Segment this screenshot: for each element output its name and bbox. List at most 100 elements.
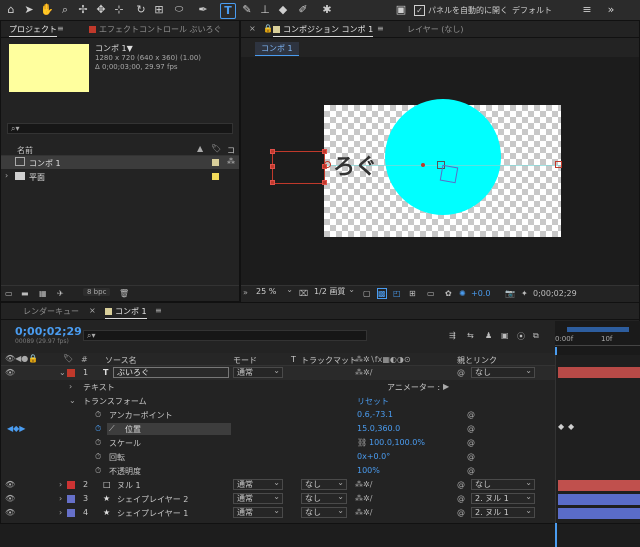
constrain-link-icon[interactable]: ⛓ xyxy=(357,438,367,447)
track-matte-dropdown[interactable]: なし xyxy=(301,506,347,518)
project-item-comp[interactable]: コンポ 1 ⁂ xyxy=(1,156,239,169)
project-item-folder[interactable]: › 平面 xyxy=(1,170,239,183)
exposure-icon[interactable]: ✺ xyxy=(459,289,466,298)
type-tool-icon[interactable]: T xyxy=(220,3,236,19)
flowchart-icon[interactable]: ⁂ xyxy=(227,157,235,166)
mask-visibility-icon[interactable]: ◰ xyxy=(393,289,401,298)
animator-label[interactable]: アニメーター : xyxy=(387,382,440,393)
layer-duration-bar[interactable] xyxy=(558,494,640,505)
parent-dropdown[interactable]: なし xyxy=(471,366,535,378)
auto-open-checkbox[interactable]: ✓ xyxy=(414,5,425,16)
expand-arrow-icon[interactable]: › xyxy=(59,480,62,489)
workspace-label[interactable]: デフォルト xyxy=(512,5,552,16)
text-layer-bar[interactable] xyxy=(558,367,640,378)
panel-menu-icon[interactable]: ≡ xyxy=(377,24,384,33)
layer-row[interactable]: 👁 › 2 □ ヌル 1 通常 なし ⁂✲/ @ なし xyxy=(1,478,555,492)
prop-rotation[interactable]: ⏱ 回転 0x+0.0° @ xyxy=(1,450,555,464)
brush-tool-icon[interactable]: ✎ xyxy=(240,3,254,17)
new-folder-icon[interactable]: ▬ xyxy=(21,289,29,298)
layer-row[interactable]: 👁 › 4 ★ シェイプレイヤー 1 通常 なし ⁂✲/ @2. ヌル 1 xyxy=(1,506,555,520)
pen-tool-icon[interactable]: ✒ xyxy=(196,3,210,17)
home-icon[interactable]: ⌂ xyxy=(4,3,18,17)
blend-mode-dropdown[interactable]: 通常 xyxy=(233,506,283,518)
transparency-grid-icon[interactable]: ▩ xyxy=(377,288,387,299)
stopwatch-icon[interactable]: ⏱ xyxy=(95,452,101,462)
ellipse-tool-icon[interactable]: ⬭ xyxy=(172,3,186,17)
stopwatch-icon[interactable]: ⏱ xyxy=(95,438,101,448)
expand-arrow-icon[interactable]: ⌄ xyxy=(59,368,66,377)
parent-dropdown[interactable]: 2. ヌル 1 xyxy=(471,506,535,518)
trash-icon[interactable]: 🗑 xyxy=(119,289,129,298)
draft-3d-icon[interactable]: ⇶ xyxy=(449,331,456,340)
layer-label-color[interactable] xyxy=(67,495,75,503)
shy-layers-icon[interactable]: ♟ xyxy=(485,331,492,340)
panel-menu-icon[interactable]: ≡ xyxy=(155,306,162,315)
transform-property-group[interactable]: ⌄ トランスフォーム リセット xyxy=(1,394,555,408)
header-name[interactable]: 名前 xyxy=(17,145,33,156)
workspace-menu-icon[interactable]: ≡ xyxy=(580,3,594,17)
shape-layer-bounds[interactable] xyxy=(439,164,459,184)
tab-timeline-comp[interactable]: コンポ 1 xyxy=(105,306,147,319)
pan-tool-icon[interactable]: ✥ xyxy=(94,3,108,17)
visibility-eye-icon[interactable]: 👁 xyxy=(5,368,15,377)
parent-dropdown[interactable]: なし xyxy=(471,478,535,490)
track-matte-dropdown[interactable]: なし xyxy=(301,478,347,490)
guides-icon[interactable]: ⊞ xyxy=(409,289,416,298)
resolution-dropdown[interactable]: 1/2 画質 xyxy=(311,285,357,298)
comp-name[interactable]: コンポ 1▼ xyxy=(95,43,133,54)
col-track-matte[interactable]: トラックマット xyxy=(301,355,357,366)
label-color-swatch[interactable] xyxy=(212,159,219,166)
snapshot-icon[interactable]: 📷 xyxy=(505,289,515,298)
pickwhip-icon[interactable]: @ xyxy=(467,438,475,447)
anchor-point-icon[interactable] xyxy=(324,161,331,168)
handle-bottom-left[interactable] xyxy=(270,180,275,185)
expand-arrow-icon[interactable]: › xyxy=(59,508,62,517)
tab-render-queue[interactable]: レンダーキュー xyxy=(23,306,79,317)
handle-mid-left[interactable] xyxy=(270,164,275,169)
layer-label-color[interactable] xyxy=(67,509,75,517)
layer-duration-bar[interactable] xyxy=(558,508,640,519)
layer-row[interactable]: 👁 › 3 ★ シェイプレイヤー 2 通常 なし ⁂✲/ @2. ヌル 1 xyxy=(1,492,555,506)
scale-value[interactable]: 100.0,100.0% xyxy=(369,438,425,447)
stopwatch-icon[interactable]: ⏱ xyxy=(95,410,101,420)
viewer-timecode[interactable]: 0;00;02;29 xyxy=(533,289,577,298)
more-icon[interactable]: » xyxy=(604,3,618,17)
blend-mode-dropdown[interactable]: 通常 xyxy=(233,492,283,504)
blend-mode-dropdown[interactable]: 通常 xyxy=(233,366,283,378)
show-snapshot-icon[interactable]: ✦ xyxy=(521,289,528,298)
label-color-swatch[interactable] xyxy=(212,173,219,180)
null-layer-bounds[interactable] xyxy=(272,151,325,184)
prop-scale[interactable]: ⏱ スケール ⛓ 100.0,100.0% @ xyxy=(1,436,555,450)
layer-name-field[interactable]: ぶいろぐ xyxy=(113,367,229,378)
lock-icon[interactable]: 🔒 xyxy=(263,24,273,33)
track-matte-dropdown[interactable]: なし xyxy=(301,492,347,504)
parent-dropdown[interactable]: 2. ヌル 1 xyxy=(471,492,535,504)
frame-blending-icon[interactable]: ▣ xyxy=(501,331,509,340)
position-value[interactable]: 15.0,360.0 xyxy=(357,424,400,433)
pickwhip-icon[interactable]: @ xyxy=(457,494,465,503)
region-icon[interactable]: ▢ xyxy=(363,289,371,298)
orbit-tool-icon[interactable]: ✢ xyxy=(76,3,90,17)
keyframe-nav-icon[interactable]: ◀◆▶ xyxy=(7,424,25,433)
motion-blur-icon[interactable]: ⦿ xyxy=(517,331,525,342)
bpc-button[interactable]: 8 bpc xyxy=(83,288,111,296)
layer-duration-bar[interactable] xyxy=(558,480,640,491)
visibility-eye-icon[interactable]: 👁 xyxy=(5,494,15,503)
composition-flowchart-icon[interactable]: ⇆ xyxy=(467,331,474,340)
animator-play-icon[interactable]: ▶ xyxy=(443,382,449,391)
timeline-track-area[interactable]: ◆ ◆ xyxy=(555,355,640,523)
handle-top-right[interactable] xyxy=(322,149,327,154)
pickwhip-icon[interactable]: @ xyxy=(467,424,475,433)
time-ruler[interactable]: 0:00f 10f xyxy=(555,321,640,547)
visibility-eye-icon[interactable]: 👁 xyxy=(5,508,15,517)
puppet-pin-tool-icon[interactable]: ✱ xyxy=(320,3,334,17)
layer-switch-icons[interactable]: ⁂✲/ xyxy=(355,494,372,503)
pickwhip-icon[interactable]: @ xyxy=(467,452,475,461)
dolly-tool-icon[interactable]: ⊹ xyxy=(112,3,126,17)
always-preview-icon[interactable]: » xyxy=(243,288,248,297)
position-keyframe-icon[interactable]: ◆ xyxy=(568,422,574,431)
zoom-dropdown[interactable]: 25 % xyxy=(253,285,295,298)
visibility-eye-icon[interactable]: 👁 xyxy=(5,480,15,489)
expand-arrow-icon[interactable]: › xyxy=(59,494,62,503)
render-icon[interactable]: ✈ xyxy=(57,289,64,298)
